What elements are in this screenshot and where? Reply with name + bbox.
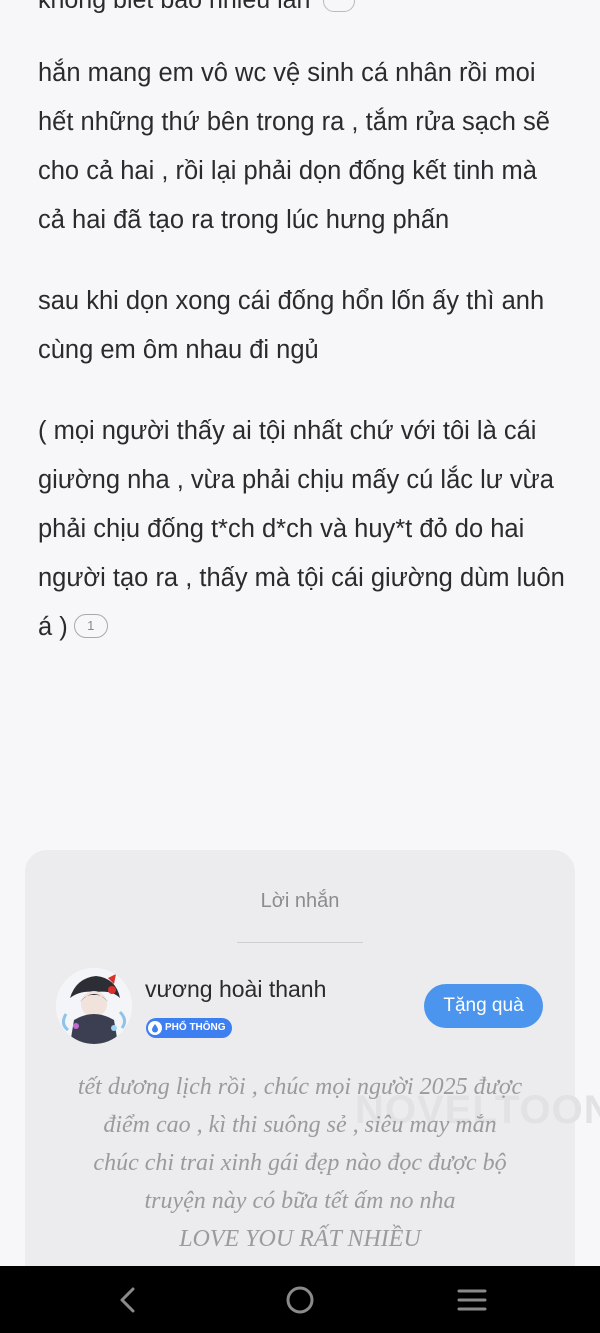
chevron-left-icon — [120, 1287, 135, 1312]
menu-lines-icon — [457, 1289, 487, 1310]
previous-paragraph-fragment: không biết bao nhiêu lần — [38, 0, 356, 15]
message-line: truyện này có bữa tết ấm no nha — [144, 1188, 456, 1214]
drop-icon — [148, 1021, 162, 1035]
author-note-card: Lời nhắn vương hoài thanh PHỔ THÔNG Tặng… — [25, 850, 600, 1290]
home-button[interactable] — [260, 1266, 340, 1333]
status-badge: PHỔ THÔNG — [146, 1018, 232, 1038]
chapter-content: hắn mang em vô wc vệ sinh cá nhân rồi mo… — [38, 49, 568, 684]
system-navigation-bar — [0, 1266, 600, 1333]
card-divider — [237, 942, 363, 943]
message-line: điểm cao , kì thi suông sẻ , siêu may mắ… — [103, 1112, 497, 1138]
recents-button[interactable] — [432, 1266, 512, 1333]
message-line: LOVE YOU RẤT NHIỀU — [179, 1226, 421, 1252]
gift-button[interactable]: Tặng quà — [424, 984, 543, 1028]
avatar[interactable] — [56, 968, 132, 1044]
message-line: tết dương lịch rồi , chúc mọi người 2025… — [77, 1074, 523, 1100]
paragraph: sau khi dọn xong cái đống hổn lốn ấy thì… — [38, 287, 545, 364]
paragraph: ( mọi người thấy ai tội nhất chứ với tôi… — [38, 407, 568, 652]
card-title: Lời nhắn — [260, 890, 340, 912]
comment-bubble-partial[interactable] — [323, 0, 356, 13]
previous-paragraph-text: không biết bao nhiêu lần — [38, 0, 311, 14]
paragraph: hắn mang em vô wc vệ sinh cá nhân rồi mo… — [38, 59, 550, 234]
message-line: chúc chi trai xinh gái đẹp nào đọc được … — [93, 1150, 507, 1176]
comment-count-bubble[interactable]: 1 — [73, 614, 108, 639]
badge-label: PHỔ THÔNG — [165, 1022, 226, 1033]
circle-home-icon — [286, 1286, 314, 1313]
author-message: tết dương lịch rồi , chúc mọi người 2025… — [45, 1068, 555, 1258]
back-button[interactable] — [88, 1266, 168, 1333]
paragraph-text: ( mọi người thấy ai tội nhất chứ với tôi… — [38, 417, 565, 641]
author-name[interactable]: vương hoài thanh — [145, 976, 326, 1003]
